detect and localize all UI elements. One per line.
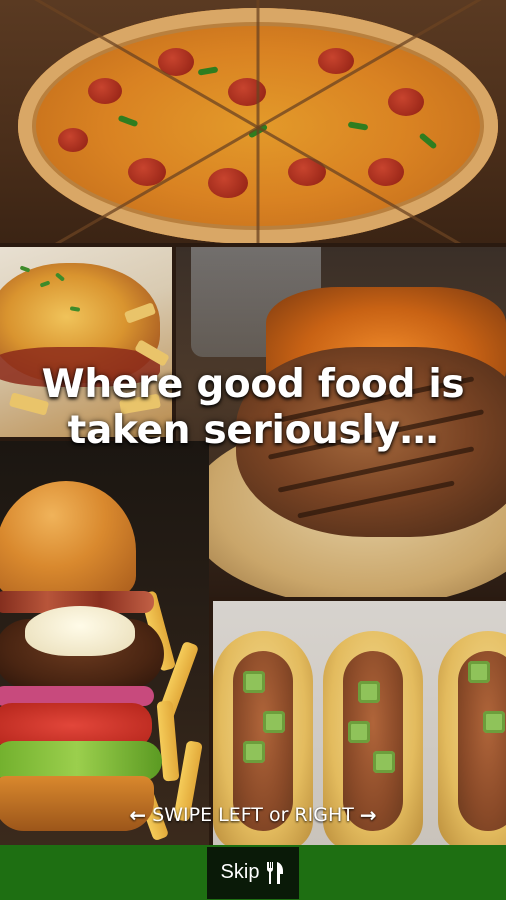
- tagline-line-2: taken seriously…: [67, 408, 439, 453]
- tagline-line-1: Where good food is: [41, 362, 465, 407]
- skip-button[interactable]: Skip: [206, 846, 300, 899]
- tagline: Where good food is taken seriously…: [0, 362, 506, 454]
- arrow-left-icon: ←: [129, 803, 147, 827]
- arrow-right-icon: →: [359, 803, 377, 827]
- swipe-hint: ← SWIPE LEFT or RIGHT →: [0, 800, 506, 830]
- swipe-hint-label: SWIPE LEFT or RIGHT: [152, 804, 354, 826]
- bottom-bar: Skip: [0, 845, 506, 900]
- fork-knife-icon: [265, 861, 285, 885]
- pizza-photo: [0, 0, 506, 243]
- food-collage[interactable]: Where good food is taken seriously… ← SW…: [0, 0, 506, 845]
- skip-label: Skip: [220, 861, 260, 883]
- burger-photo: [0, 441, 209, 845]
